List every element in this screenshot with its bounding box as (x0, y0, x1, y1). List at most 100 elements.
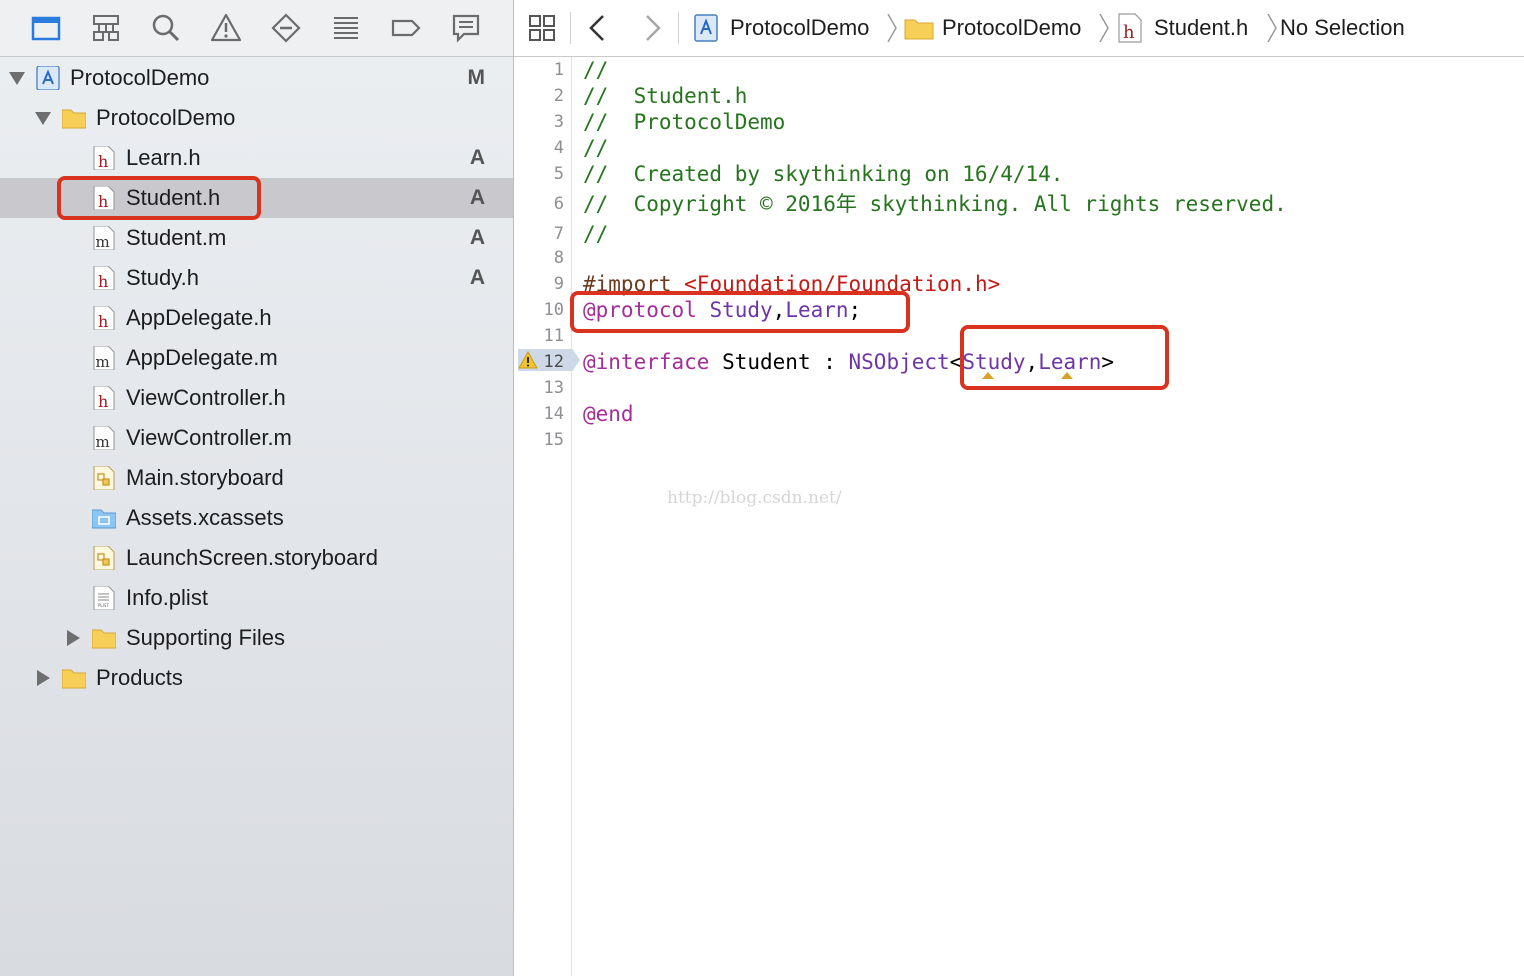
code-line[interactable]: // ProtocolDemo (583, 109, 785, 135)
file-tree-label: ViewController.h (126, 385, 286, 410)
line-number: 6 (553, 194, 564, 214)
file-tree-label: Student.m (126, 225, 227, 250)
test-diamond-icon[interactable] (268, 10, 304, 46)
svg-text:h: h (1123, 22, 1135, 43)
svg-text:h: h (98, 312, 108, 330)
hierarchy-icon[interactable] (88, 10, 124, 46)
line-number: 12 (543, 352, 564, 372)
code-token: // (583, 58, 609, 82)
svg-text:h: h (98, 272, 108, 290)
line-number: 4 (553, 138, 564, 158)
code-line[interactable]: // (583, 221, 608, 247)
line-number-gutter: 1 2 3 4 5 6 7 8 9 10 11 12 13 14 15 (514, 57, 580, 976)
file-tree-row[interactable]: Main.storyboard (0, 458, 513, 498)
disclosure-open-icon[interactable] (34, 109, 52, 127)
svg-text:h: h (98, 392, 108, 410)
svg-text:m: m (96, 433, 110, 450)
implementation-file-icon: m (92, 225, 116, 251)
line-number: 2 (553, 86, 564, 106)
header-file-icon: h (1118, 13, 1142, 43)
file-tree-label: AppDelegate.m (126, 345, 278, 370)
file-tree-row[interactable]: h AppDelegate.h (0, 298, 513, 338)
file-tree-row[interactable]: Products (0, 658, 513, 698)
file-tree-row[interactable]: m AppDelegate.m (0, 338, 513, 378)
navigator-toolbar (0, 0, 513, 57)
jump-bar-file[interactable]: h Student.h (1118, 10, 1248, 46)
annotation-box-protocol-declaration (570, 291, 910, 333)
file-tree-label: Products (96, 665, 183, 690)
file-tree-row[interactable]: ProtocolDemo M (0, 58, 513, 98)
disclosure-open-icon[interactable] (8, 69, 26, 87)
file-tree-row[interactable]: h Learn.h A (0, 138, 513, 178)
line-number: 3 (553, 112, 564, 132)
file-tree-row[interactable]: ProtocolDemo (0, 98, 513, 138)
jump-bar-file-label: Student.h (1154, 15, 1249, 40)
file-tree-row[interactable]: h ViewController.h (0, 378, 513, 418)
file-tree-row[interactable]: m ViewController.m (0, 418, 513, 458)
file-tree-row[interactable]: Assets.xcassets (0, 498, 513, 538)
project-navigator: ProtocolDemo M ProtocolDemo h Learn.h Ah Stude… (0, 0, 514, 976)
file-tree-row[interactable]: m Student.m A (0, 218, 513, 258)
chevron-right-icon (1267, 13, 1277, 43)
issue-caret-icon (1061, 372, 1073, 379)
code-line[interactable]: // (583, 57, 608, 83)
code-line[interactable]: // Copyright © 2016年 skythinking. All ri… (583, 191, 1287, 217)
line-number: 14 (543, 404, 564, 424)
jump-bar-group-label: ProtocolDemo (942, 15, 1082, 40)
code-line[interactable]: // (583, 135, 608, 161)
source-editor[interactable]: //// Student.h// ProtocolDemo//// Create… (583, 57, 1513, 976)
forward-arrow-icon[interactable] (640, 10, 664, 46)
file-tree-row[interactable]: LaunchScreen.storyboard (0, 538, 513, 578)
disclosure-closed-icon[interactable] (64, 629, 82, 647)
disclosure-closed-icon[interactable] (34, 669, 52, 687)
jump-bar-selection[interactable]: No Selection (1280, 10, 1405, 46)
report-icon[interactable] (448, 10, 484, 46)
file-tree-label: Main.storyboard (126, 465, 284, 490)
line-number: 5 (553, 164, 564, 184)
scm-status-badge: A (469, 146, 485, 169)
file-tree-label: Study.h (126, 265, 199, 290)
scm-status-badge: A (469, 186, 485, 209)
related-items-icon[interactable] (528, 10, 556, 46)
jump-bar-selection-label: No Selection (1280, 15, 1405, 40)
folder-icon[interactable] (28, 10, 64, 46)
code-token: // (583, 222, 609, 246)
folder-icon (61, 666, 87, 690)
file-tree-row[interactable]: h Study.h A (0, 258, 513, 298)
breakpoint-icon[interactable] (388, 10, 424, 46)
code-token: // Student.h (583, 84, 748, 108)
line-number: 10 (543, 300, 564, 320)
file-tree-row[interactable]: PLIST Info.plist (0, 578, 513, 618)
file-tree-label: Assets.xcassets (126, 505, 284, 530)
folder-icon (904, 19, 934, 40)
folder-icon (91, 626, 117, 650)
implementation-file-icon: m (92, 345, 116, 371)
line-number: 1 (553, 60, 564, 80)
back-arrow-icon[interactable] (586, 10, 610, 46)
line-number: 11 (543, 326, 564, 346)
debug-list-icon[interactable] (328, 10, 364, 46)
code-line[interactable]: // Student.h (583, 83, 747, 109)
svg-text:h: h (98, 152, 108, 170)
chevron-right-icon (1099, 13, 1109, 43)
jump-bar: ProtocolDemo ProtocolDemo h Student.h No… (514, 0, 1524, 57)
warning-icon[interactable] (208, 10, 244, 46)
svg-text:m: m (96, 353, 110, 370)
header-file-icon: h (92, 265, 116, 291)
annotation-box-protocol-conformance (960, 325, 1169, 390)
line-number: 7 (553, 224, 564, 244)
search-icon[interactable] (148, 10, 184, 46)
jump-bar-group[interactable]: ProtocolDemo (904, 10, 1081, 46)
jump-bar-project[interactable]: ProtocolDemo (694, 10, 869, 46)
code-token: // ProtocolDemo (583, 110, 786, 134)
code-token: Student : (709, 350, 849, 374)
storyboard-icon (92, 545, 116, 571)
file-tree-label: LaunchScreen.storyboard (126, 545, 378, 570)
storyboard-icon (92, 465, 116, 491)
code-line[interactable]: // Created by skythinking on 16/4/14. (583, 161, 1063, 187)
file-tree-row[interactable]: Supporting Files (0, 618, 513, 658)
implementation-file-icon: m (92, 425, 116, 451)
code-token: @end (583, 402, 634, 426)
issue-caret-icon (982, 372, 994, 379)
code-line[interactable]: @end (583, 401, 634, 427)
